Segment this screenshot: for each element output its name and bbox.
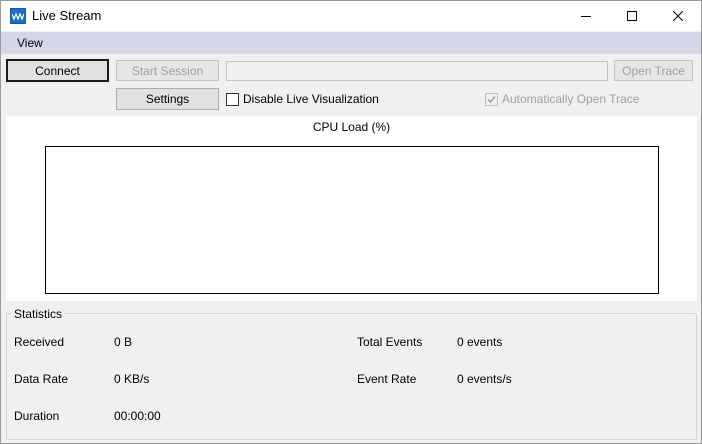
maximize-button[interactable] xyxy=(609,1,655,31)
menu-view[interactable]: View xyxy=(11,35,49,51)
app-waveform-icon xyxy=(10,8,26,24)
cpu-load-chart-panel: CPU Load (%) xyxy=(6,116,697,301)
settings-button-label: Settings xyxy=(145,92,190,106)
close-icon xyxy=(673,11,683,21)
checkbox-box-checked[interactable] xyxy=(485,92,498,106)
title-bar[interactable]: Live Stream xyxy=(1,1,701,31)
data-rate-value: 0 KB/s xyxy=(114,372,150,386)
auto-open-trace-checkbox[interactable]: Automatically Open Trace xyxy=(485,92,639,106)
statistics-group: Statistics Received 0 B Data Rate 0 KB/s… xyxy=(6,307,697,440)
data-rate-label: Data Rate xyxy=(14,372,69,386)
statistics-legend: Statistics xyxy=(11,307,66,321)
event-rate-value: 0 events/s xyxy=(457,372,512,386)
disable-live-visualization-checkbox[interactable]: Disable Live Visualization xyxy=(226,92,379,106)
start-session-button[interactable]: Start Session xyxy=(116,60,219,81)
session-path-field[interactable] xyxy=(226,61,608,81)
connect-button-label: Connect xyxy=(35,63,80,78)
start-session-button-label: Start Session xyxy=(131,63,204,78)
connect-button[interactable]: Connect xyxy=(6,59,109,82)
minimize-button[interactable] xyxy=(563,1,609,31)
duration-label: Duration xyxy=(14,409,60,423)
settings-button[interactable]: Settings xyxy=(116,88,219,110)
minimize-icon xyxy=(581,16,591,17)
total-events-label: Total Events xyxy=(357,335,423,349)
auto-open-trace-label: Automatically Open Trace xyxy=(502,92,640,106)
menu-bar: View xyxy=(1,32,701,54)
disable-live-visualization-label: Disable Live Visualization xyxy=(243,92,379,106)
window-title: Live Stream xyxy=(32,8,102,23)
cpu-load-plot-area xyxy=(45,146,659,294)
open-trace-button[interactable]: Open Trace xyxy=(614,60,693,81)
received-label: Received xyxy=(14,335,65,349)
checkmark-icon xyxy=(487,95,496,103)
maximize-icon xyxy=(627,11,637,21)
open-trace-button-label: Open Trace xyxy=(622,63,685,78)
duration-value: 00:00:00 xyxy=(114,409,161,423)
checkbox-box[interactable] xyxy=(226,92,239,106)
total-events-value: 0 events xyxy=(457,335,503,349)
close-button[interactable] xyxy=(655,1,701,31)
received-value: 0 B xyxy=(114,335,133,349)
live-stream-window: Live Stream View Connect Start Session O… xyxy=(0,0,702,444)
event-rate-label: Event Rate xyxy=(357,372,417,386)
chart-title: CPU Load (%) xyxy=(312,120,391,134)
